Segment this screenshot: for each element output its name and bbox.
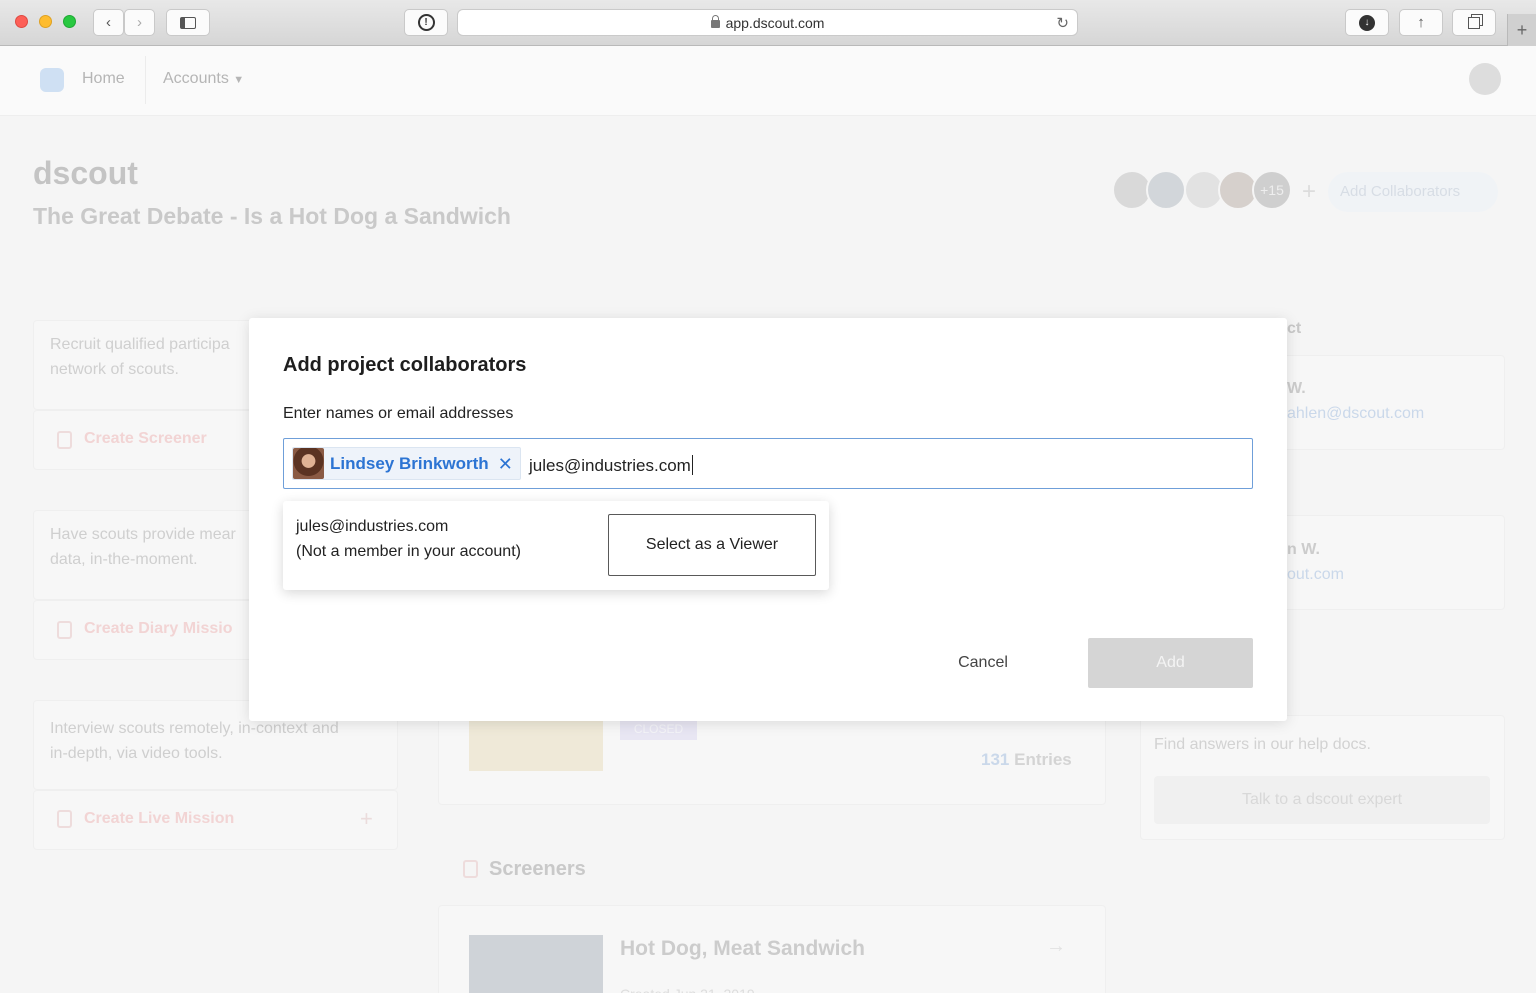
back-button[interactable]: ‹ <box>93 9 124 36</box>
entries-number: 131 <box>981 750 1010 769</box>
tabs-overview-button[interactable] <box>1452 9 1496 36</box>
info-circle-icon: ! <box>417 14 435 31</box>
plus-icon[interactable]: + <box>360 806 373 831</box>
project-org: dscout <box>33 155 138 191</box>
reload-icon[interactable]: ↻ <box>1056 14 1069 32</box>
forward-button[interactable]: › <box>124 9 155 36</box>
typed-text[interactable]: jules@industries.com <box>529 455 693 476</box>
tabs-icon <box>1468 16 1480 29</box>
app-navbar: Home Accounts ▼ <box>0 46 1536 116</box>
add-collaborators-modal: Add project collaborators Enter names or… <box>249 318 1287 721</box>
downloads-button[interactable]: ↓ <box>1345 9 1389 36</box>
chevron-right-icon: › <box>137 14 142 31</box>
caret-down-icon: ▼ <box>233 74 245 86</box>
download-icon: ↓ <box>1359 14 1375 31</box>
contact-email[interactable]: ahlen@dscout.com <box>1287 401 1424 426</box>
address-bar[interactable]: app.dscout.com ↻ <box>457 9 1078 36</box>
collaborator-chip: Lindsey Brinkworth ✕ <box>292 447 521 480</box>
suggestion-dropdown: jules@industries.com (Not a member in yo… <box>283 501 829 590</box>
card-description: network of scouts. <box>50 361 179 378</box>
share-icon: ↑ <box>1417 14 1425 31</box>
sidebar-toggle-button[interactable] <box>166 9 210 36</box>
create-live-link[interactable]: Create Live Mission <box>84 810 234 828</box>
status-badge: CLOSED <box>620 718 697 740</box>
cancel-button[interactable]: Cancel <box>939 638 1027 688</box>
lock-icon <box>710 14 720 28</box>
add-button[interactable]: Add <box>1088 638 1253 688</box>
close-window-button[interactable] <box>15 15 28 28</box>
plus-icon: + <box>1302 178 1317 205</box>
nav-divider <box>145 56 146 104</box>
password-manager-button[interactable]: ! <box>404 9 448 36</box>
nav-accounts-label: Accounts <box>163 70 229 87</box>
zoom-window-button[interactable] <box>63 15 76 28</box>
contact-name: W. <box>1287 380 1306 397</box>
chip-name: Lindsey Brinkworth <box>330 453 489 473</box>
share-button[interactable]: ↑ <box>1399 9 1443 36</box>
modal-title: Add project collaborators <box>283 354 527 376</box>
screener-thumbnail <box>469 935 603 993</box>
close-icon[interactable]: ✕ <box>498 455 513 473</box>
select-as-viewer-button[interactable]: Select as a Viewer <box>608 514 816 576</box>
card-description: Have scouts provide mear <box>50 526 236 543</box>
card-description: data, in-the-moment. <box>50 551 198 568</box>
collaborator-input-label: Enter names or email addresses <box>283 405 514 422</box>
user-avatar[interactable] <box>1469 63 1501 95</box>
more-collaborators-badge[interactable]: +15 <box>1252 170 1292 210</box>
add-collaborators-button[interactable]: Add Collaborators <box>1328 172 1498 212</box>
chevron-left-icon: ‹ <box>106 14 111 31</box>
section-title: Screeners <box>489 858 586 880</box>
create-diary-link[interactable]: Create Diary Missio <box>84 620 233 638</box>
suggestion-email: jules@industries.com <box>296 518 449 535</box>
screener-icon <box>57 431 72 449</box>
contact-heading: ct <box>1287 320 1302 337</box>
card-description: Recruit qualified participa <box>50 336 230 353</box>
dscout-logo[interactable] <box>40 68 64 92</box>
contact-name: n W. <box>1287 541 1320 558</box>
new-tab-button[interactable]: + <box>1507 14 1536 46</box>
minimize-window-button[interactable] <box>39 15 52 28</box>
suggestion-note: (Not a member in your account) <box>296 543 521 560</box>
screener-created: Created Jun 21, 2019 <box>620 982 755 993</box>
talk-to-expert-button[interactable]: Talk to a dscout expert <box>1154 776 1490 824</box>
text-caret <box>691 455 693 475</box>
avatar <box>293 448 324 479</box>
screener-title[interactable]: Hot Dog, Meat Sandwich <box>620 937 865 961</box>
live-mission-icon <box>57 810 72 828</box>
collaborator-search-input[interactable]: Lindsey Brinkworth ✕ jules@industries.co… <box>283 438 1253 489</box>
entries-label: Entries <box>1014 750 1072 769</box>
help-link[interactable]: Find answers in our help docs. <box>1154 736 1371 754</box>
nav-accounts-dropdown[interactable]: Accounts ▼ <box>163 70 244 88</box>
avatar <box>1146 170 1186 210</box>
screener-icon <box>463 860 478 878</box>
typed-value: jules@industries.com <box>529 456 691 475</box>
contact-email[interactable]: out.com <box>1287 562 1344 587</box>
nav-home-link[interactable]: Home <box>82 70 125 88</box>
entries-count[interactable]: 131 Entries <box>981 750 1072 770</box>
plus-icon: + <box>1516 19 1528 40</box>
create-screener-link[interactable]: Create Screener <box>84 430 207 448</box>
sidebar-icon <box>180 16 196 29</box>
browser-toolbar: ‹ › ! app.dscout.com ↻ ↓ ↑ + <box>0 0 1536 46</box>
diary-icon <box>57 621 72 639</box>
project-title: The Great Debate - Is a Hot Dog a Sandwi… <box>33 203 511 229</box>
arrow-right-icon[interactable]: → <box>1046 934 1066 959</box>
card-description: in-depth, via video tools. <box>50 745 223 762</box>
url-text: app.dscout.com <box>725 14 825 31</box>
